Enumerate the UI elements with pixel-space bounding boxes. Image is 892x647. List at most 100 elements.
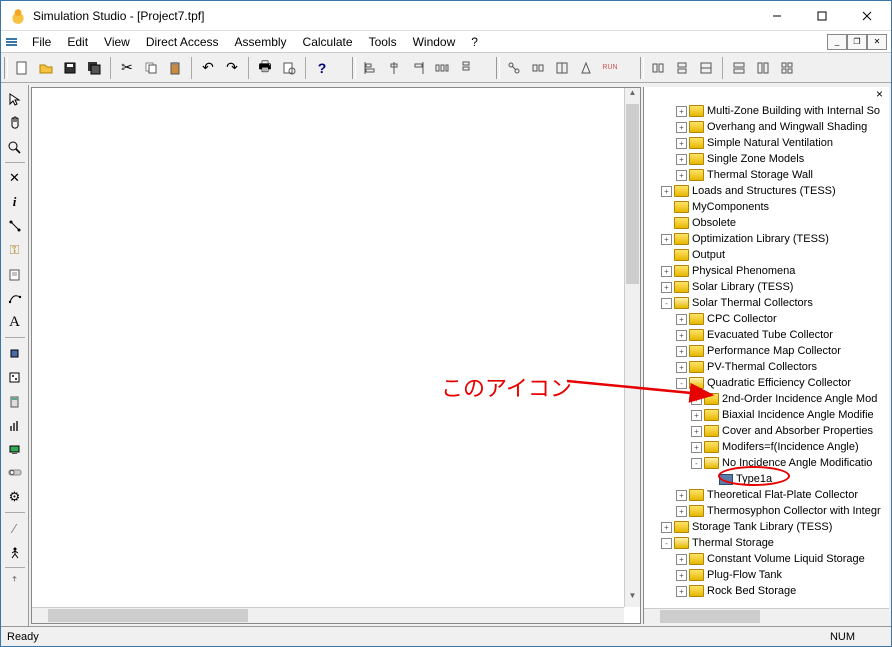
menu-tools[interactable]: Tools [362,33,404,51]
menu-edit[interactable]: Edit [60,33,95,51]
new-file-button[interactable] [10,56,34,80]
tree-expander[interactable]: + [676,586,687,597]
layout2-button[interactable] [670,56,694,80]
tree-item[interactable]: Type1a [646,471,889,487]
tree-item[interactable]: +Overhang and Wingwall Shading [646,119,889,135]
tree-item[interactable]: +PV-Thermal Collectors [646,359,889,375]
tree-item[interactable]: +Modifers=f(Incidence Angle) [646,439,889,455]
tree-expander[interactable]: + [661,186,672,197]
minimize-button[interactable] [754,1,799,30]
tree-expander[interactable]: - [661,298,672,309]
tree-item[interactable]: -No Incidence Angle Modificatio [646,455,889,471]
tree-item[interactable]: +Theoretical Flat-Plate Collector [646,487,889,503]
canvas-vscrollbar[interactable]: ▲ ▼ [624,88,640,607]
chart-tool[interactable] [4,414,26,436]
tree-item[interactable]: +Constant Volume Liquid Storage [646,551,889,567]
tree-expander[interactable]: + [691,442,702,453]
mdi-close-button[interactable]: ✕ [867,34,887,50]
tool-a-button[interactable] [502,56,526,80]
notes-tool[interactable] [4,263,26,285]
toolbar-grip[interactable] [640,57,644,79]
toolbar-grip[interactable] [4,57,8,79]
mdi-restore-button[interactable]: ❐ [847,34,867,50]
tree-expander[interactable]: + [676,138,687,149]
tree-expander[interactable]: - [691,458,702,469]
brush-tool1[interactable]: ∕ [4,517,26,539]
close-button[interactable] [844,1,889,30]
save-button[interactable] [58,56,82,80]
print-preview-button[interactable] [277,56,301,80]
tree-item[interactable]: +Loads and Structures (TESS) [646,183,889,199]
save-all-button[interactable] [82,56,106,80]
tree-item[interactable]: +Cover and Absorber Properties [646,423,889,439]
toolbar-grip[interactable] [496,57,500,79]
tree-expander[interactable]: + [661,522,672,533]
panel-close-button[interactable]: × [872,87,887,101]
tree-expander[interactable]: + [676,122,687,133]
tree-item[interactable]: -Quadratic Efficiency Collector [646,375,889,391]
tree-item[interactable]: +Simple Natural Ventilation [646,135,889,151]
tree-item[interactable]: +Solar Library (TESS) [646,279,889,295]
menu-calculate[interactable]: Calculate [296,33,360,51]
close-tool[interactable]: ✕ [4,167,26,189]
tree-item[interactable]: +Rock Bed Storage [646,583,889,599]
tree-expander[interactable]: + [676,106,687,117]
tree-expander[interactable]: + [676,506,687,517]
zoom-tool[interactable] [4,136,26,158]
tree-item[interactable]: +2nd-Order Incidence Angle Mod [646,391,889,407]
tree-item[interactable]: -Thermal Storage [646,535,889,551]
tree-expander[interactable]: + [691,426,702,437]
tree-item[interactable]: +Thermal Storage Wall [646,167,889,183]
tree-item[interactable]: +Biaxial Incidence Angle Modifie [646,407,889,423]
tree-hscrollbar[interactable] [644,608,889,624]
menu-?[interactable]: ? [464,33,485,51]
help-button[interactable]: ? [310,56,334,80]
tree-item[interactable]: Output [646,247,889,263]
component-tree[interactable]: +Multi-Zone Building with Internal So+Ov… [644,87,889,608]
distribute-h-button[interactable] [430,56,454,80]
tree-item[interactable]: MyComponents [646,199,889,215]
mdi-minimize-button[interactable]: _ [827,34,847,50]
path-tool[interactable] [4,287,26,309]
menu-view[interactable]: View [97,33,137,51]
align-center-button[interactable] [382,56,406,80]
copy-button[interactable] [139,56,163,80]
tree-expander[interactable]: + [676,170,687,181]
tree-expander[interactable]: + [676,346,687,357]
tree-expander[interactable]: + [691,410,702,421]
open-file-button[interactable] [34,56,58,80]
tree-item[interactable]: +Thermosyphon Collector with Integr [646,503,889,519]
tree-item[interactable]: +Single Zone Models [646,151,889,167]
tree-item[interactable]: -Solar Thermal Collectors [646,295,889,311]
run-person-tool[interactable] [4,541,26,563]
tree-expander[interactable]: + [676,330,687,341]
tool-d-button[interactable] [574,56,598,80]
menu-file[interactable]: File [25,33,58,51]
toolbar-grip[interactable] [352,57,356,79]
redo-button[interactable]: ↷ [220,56,244,80]
tree-expander[interactable]: + [661,266,672,277]
info-tool[interactable]: i [4,191,26,213]
tree-expander[interactable]: + [691,394,702,405]
tool-b-button[interactable] [526,56,550,80]
distribute-v-button[interactable] [454,56,478,80]
vscroll-thumb[interactable] [626,104,639,284]
up-arrow-tool[interactable]: ꜛ [4,572,26,594]
tree-item[interactable]: +Physical Phenomena [646,263,889,279]
key-tool[interactable]: ⚿ [4,239,26,261]
tree-expander[interactable]: + [676,362,687,373]
hscroll-thumb[interactable] [48,609,248,622]
menu-direct-access[interactable]: Direct Access [139,33,226,51]
tool-c-button[interactable] [550,56,574,80]
tree-item[interactable]: +Evacuated Tube Collector [646,327,889,343]
align-right-button[interactable] [406,56,430,80]
tree-expander[interactable]: + [676,554,687,565]
toggle-tool[interactable] [4,462,26,484]
print-button[interactable]: 🖶 [253,56,277,80]
cut-button[interactable]: ✂ [115,56,139,80]
calc-tool[interactable] [4,390,26,412]
tree-expander[interactable]: + [676,490,687,501]
layout4-button[interactable] [727,56,751,80]
paste-button[interactable] [163,56,187,80]
tree-expander[interactable]: - [676,378,687,389]
